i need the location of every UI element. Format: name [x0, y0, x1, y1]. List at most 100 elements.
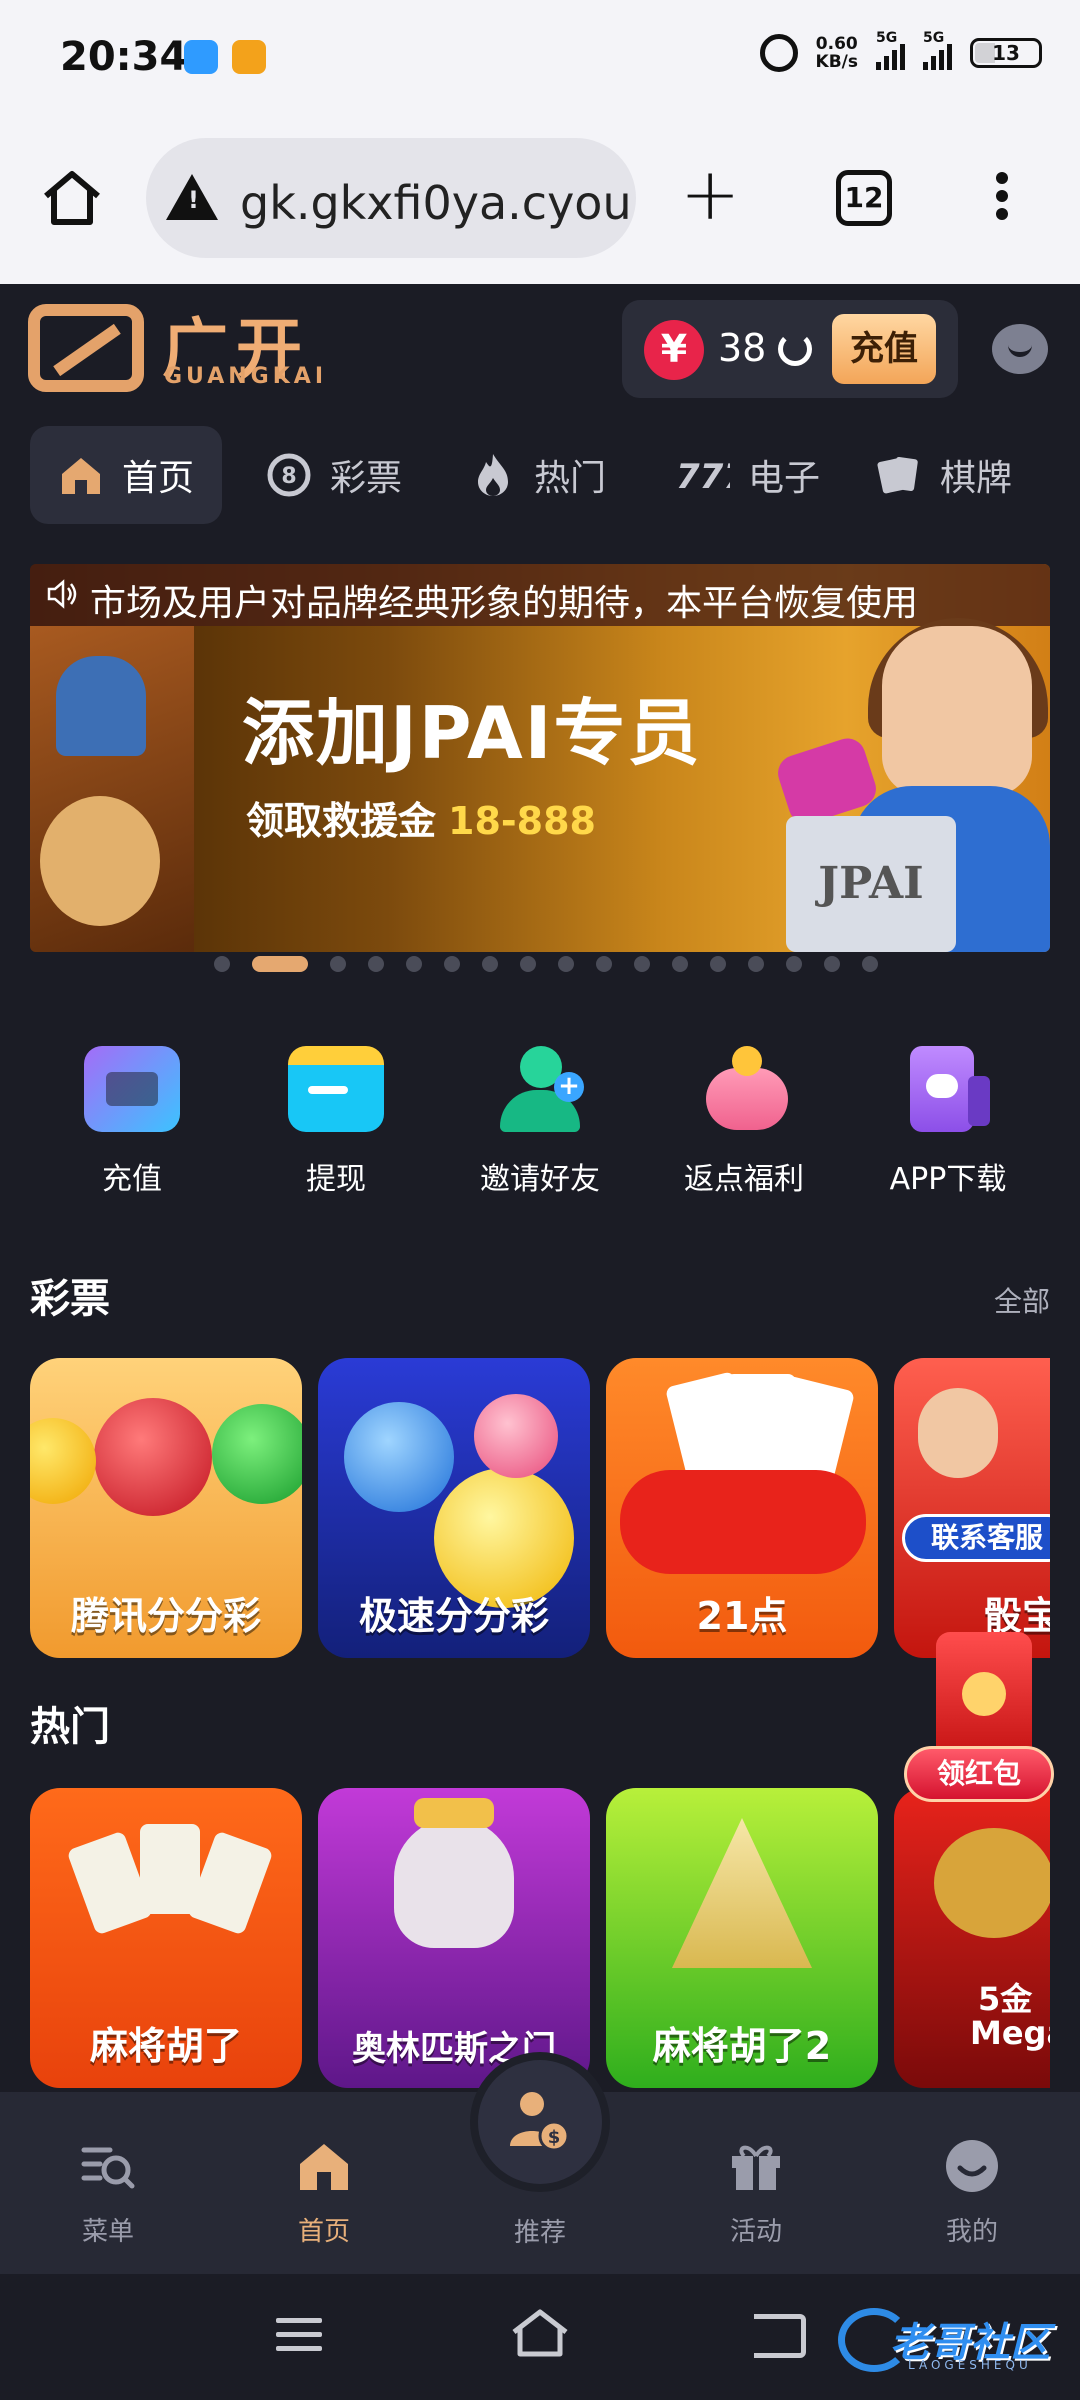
promo-banner[interactable]: 市场及用户对品牌经典形象的期待，本平台恢复使用 添加JPAI专员 领取救援金 18… [30, 564, 1050, 952]
hot-cards: 麻将胡了 奥林匹斯之门 麻将胡了2 5金 Megaw [30, 1788, 1050, 2090]
banner-character-art [30, 626, 194, 952]
address-bar[interactable]: gk.gkxfi0ya.cyou/ [146, 138, 636, 258]
back-icon[interactable] [754, 2314, 806, 2358]
view-all-link[interactable]: 全部 [994, 1280, 1050, 1320]
game-title: 麻将胡了 [89, 2024, 242, 2068]
app-download-action[interactable]: APP下载 [848, 1046, 1048, 1198]
battery-icon: 13 [970, 38, 1042, 68]
pagination-dot[interactable] [252, 956, 308, 972]
game-card[interactable]: 极速分分彩 [318, 1358, 590, 1658]
withdraw-action[interactable]: 提现 [236, 1046, 436, 1198]
pagination-dot[interactable] [368, 956, 384, 972]
wallet-icon [288, 1046, 384, 1132]
logo-icon[interactable] [28, 304, 144, 392]
url-text[interactable]: gk.gkxfi0ya.cyou/ [240, 176, 636, 230]
red-packet-button[interactable]: 领红包 [896, 1632, 1062, 1812]
action-label: 返点福利 [684, 1162, 804, 1197]
referral-icon: $ [510, 2092, 570, 2152]
rebate-action[interactable]: 返点福利 [644, 1046, 844, 1198]
tab-label: 棋牌 [940, 458, 1013, 499]
nav-home[interactable]: 首页 [254, 2138, 394, 2248]
game-card[interactable]: 21点 [606, 1358, 878, 1658]
pagination-dot[interactable] [558, 956, 574, 972]
pagination-dot[interactable] [444, 956, 460, 972]
game-card[interactable]: 麻将胡了 [30, 1788, 302, 2088]
contact-support-badge[interactable]: 联系客服 [902, 1514, 1050, 1562]
lottery-section-title: 彩票 [30, 1276, 110, 1322]
pagination-dot[interactable] [672, 956, 688, 972]
game-card[interactable]: 奥林匹斯之门 [318, 1788, 590, 2088]
pagination-dot[interactable] [748, 956, 764, 972]
action-label: 邀请好友 [480, 1162, 600, 1197]
profile-icon [946, 2140, 998, 2192]
deposit-icon [84, 1046, 180, 1132]
pagination-dot[interactable] [596, 956, 612, 972]
jpai-logo: JPAI [786, 816, 956, 952]
home-icon[interactable] [40, 166, 104, 230]
system-home-icon[interactable] [510, 2308, 570, 2358]
balance-value: 38 [718, 326, 767, 370]
quick-actions: 充值 提现 + 邀请好友 返点福利 APP下载 [0, 1046, 1080, 1206]
action-label: 充值 [102, 1162, 162, 1197]
game-card[interactable]: 麻将胡了2 [606, 1788, 878, 2088]
tab-lottery[interactable]: 8 彩票 [266, 426, 402, 524]
recharge-button[interactable]: 充值 [832, 314, 936, 384]
announcement-marquee[interactable]: 市场及用户对品牌经典形象的期待，本平台恢复使用 [30, 564, 1050, 626]
nav-menu[interactable]: 菜单 [38, 2138, 178, 2248]
agent-illustration [882, 626, 1032, 796]
clock: 20:34 [60, 34, 188, 80]
nav-profile[interactable]: 我的 [902, 2138, 1042, 2248]
recent-apps-icon[interactable] [276, 2318, 322, 2360]
signal-icon: 5G [923, 30, 952, 70]
tab-hot[interactable]: 热门 [470, 426, 606, 524]
nav-recommend-button[interactable]: $ [478, 2060, 602, 2184]
bottom-navigation: 菜单 首页 $ 推荐 活动 我的 [0, 2060, 1080, 2274]
category-tabs: 首页 8 彩票 热门 777 电子 棋牌 [0, 426, 1080, 526]
network-speed: 0.60 KB/s [816, 35, 858, 71]
game-title: 腾讯分分彩 [70, 1594, 261, 1638]
pagination-dot[interactable] [824, 956, 840, 972]
tab-label: 彩票 [330, 458, 403, 499]
nav-label: 我的 [945, 2217, 998, 2247]
tabs-button[interactable]: 12 [836, 170, 892, 226]
banner-subtitle: 领取救援金 18-888 [246, 790, 596, 845]
refresh-icon[interactable] [778, 332, 812, 366]
nav-label: 菜单 [81, 2217, 134, 2247]
game-title: 麻将胡了2 [652, 2024, 832, 2068]
home-icon [300, 2144, 348, 2190]
game-card[interactable]: 腾讯分分彩 [30, 1358, 302, 1658]
chat-icon[interactable] [992, 324, 1048, 374]
new-tab-button[interactable]: + [680, 158, 740, 230]
pagination-dot[interactable] [786, 956, 802, 972]
pagination-dot[interactable] [482, 956, 498, 972]
warning-icon[interactable] [166, 174, 218, 220]
nav-label: 首页 [297, 2217, 350, 2247]
more-vert-icon[interactable] [996, 172, 1012, 228]
tab-home[interactable]: 首页 [30, 426, 223, 524]
invite-action[interactable]: + 邀请好友 [440, 1046, 640, 1198]
app-notification-icon [184, 40, 218, 74]
pagination-dot[interactable] [634, 956, 650, 972]
game-card[interactable]: 联系客服 骰宝 [894, 1358, 1050, 1658]
action-label: 提现 [306, 1162, 366, 1197]
pagination-dot[interactable] [330, 956, 346, 972]
tab-electronic[interactable]: 777 电子 [668, 426, 820, 524]
banner-agent-art: JPAI [773, 618, 1050, 952]
pagination-dot[interactable] [862, 956, 878, 972]
tab-chess-cards[interactable]: 棋牌 [876, 426, 1012, 524]
alarm-icon [759, 34, 798, 72]
game-title: 极速分分彩 [358, 1594, 549, 1638]
system-navigation-bar: 老哥社区 LAOGESHEQU [0, 2274, 1080, 2400]
banner-amount: 18-888 [448, 799, 596, 843]
yen-icon: ¥ [644, 320, 704, 380]
pagination-dot[interactable] [214, 956, 230, 972]
banner-subtitle-text: 领取救援金 [246, 799, 437, 843]
deposit-action[interactable]: 充值 [32, 1046, 232, 1198]
game-card[interactable]: 5金 Megaw [894, 1788, 1050, 2088]
nav-recommend[interactable]: 推荐 [470, 2212, 610, 2249]
nav-activity[interactable]: 活动 [686, 2138, 826, 2248]
pagination-dot[interactable] [710, 956, 726, 972]
pagination-dot[interactable] [520, 956, 536, 972]
pagination-dot[interactable] [406, 956, 422, 972]
svg-text:777: 777 [676, 457, 730, 497]
